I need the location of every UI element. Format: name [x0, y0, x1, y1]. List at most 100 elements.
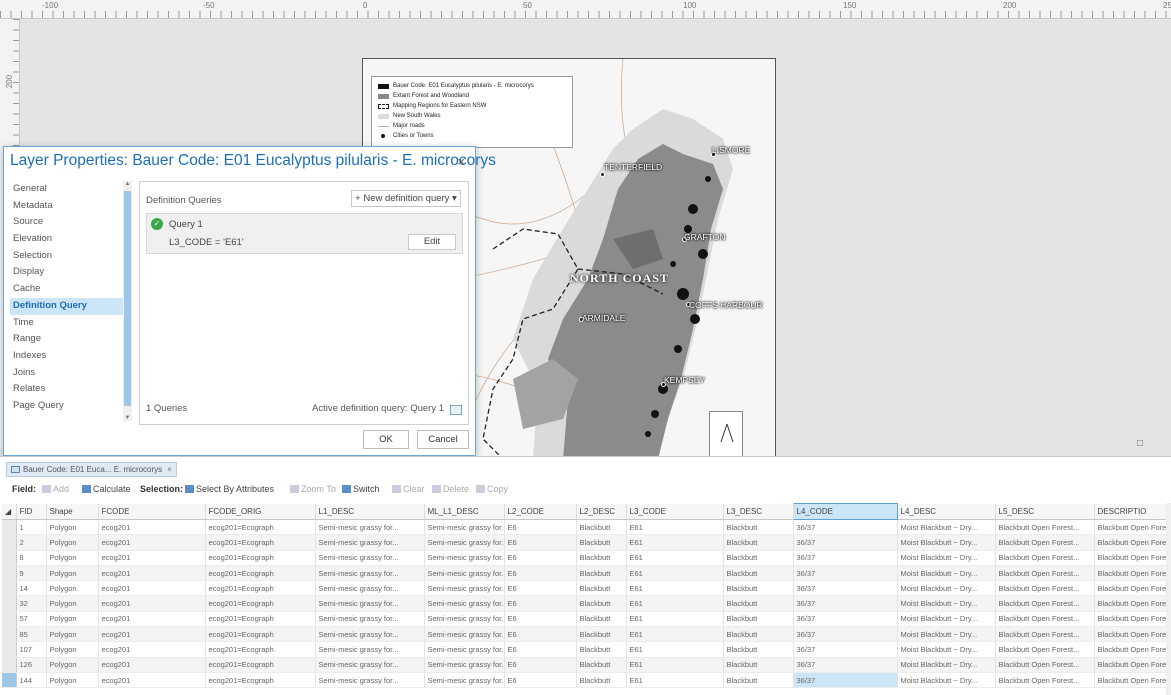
table-cell[interactable]: Blackbutt Open Forest...: [995, 626, 1095, 643]
row-selector[interactable]: [2, 611, 17, 628]
table-cell[interactable]: Semi-mesic grassy for...: [424, 550, 505, 566]
table-cell[interactable]: 36/37: [793, 641, 898, 658]
column-header[interactable]: L5_DESC: [995, 503, 1095, 520]
table-cell[interactable]: E61: [626, 657, 724, 673]
table-cell[interactable]: Blackbutt: [723, 534, 794, 551]
table-cell[interactable]: E61: [626, 534, 724, 551]
table-cell[interactable]: Moist Blackbutt ~ Dry...: [897, 611, 996, 628]
scroll-thumb[interactable]: [124, 191, 131, 406]
column-header[interactable]: Shape: [46, 503, 99, 520]
table-cell[interactable]: Blackbutt Open Forest...: [1094, 626, 1168, 643]
table-cell[interactable]: Blackbutt Open Forest...: [995, 550, 1095, 566]
table-cell[interactable]: Moist Blackbutt ~ Dry...: [897, 672, 996, 689]
table-cell[interactable]: Blackbutt Open Forest...: [995, 657, 1095, 673]
table-cell[interactable]: Semi-mesic grassy for...: [315, 641, 425, 658]
table-cell[interactable]: ecog201=Ecograph: [205, 626, 316, 643]
table-cell[interactable]: ecog201=Ecograph: [205, 672, 316, 689]
table-cell[interactable]: Blackbutt: [723, 550, 794, 566]
nav-item-range[interactable]: Range: [10, 331, 132, 348]
table-cell[interactable]: E61: [626, 565, 724, 582]
table-cell[interactable]: ecog201: [98, 641, 206, 658]
table-cell[interactable]: Semi-mesic grassy for...: [424, 565, 505, 582]
column-header[interactable]: L3_CODE: [626, 503, 724, 520]
table-cell[interactable]: E6: [504, 580, 577, 597]
table-cell[interactable]: E6: [504, 611, 577, 628]
table-cell[interactable]: Blackbutt: [576, 519, 627, 536]
table-cell[interactable]: Polygon: [46, 595, 99, 612]
table-cell[interactable]: Blackbutt Open Forest...: [1094, 595, 1168, 612]
table-cell[interactable]: Blackbutt: [723, 611, 794, 628]
table-cell[interactable]: E6: [504, 565, 577, 582]
table-cell[interactable]: E6: [504, 672, 577, 689]
table-cell[interactable]: ecog201: [98, 672, 206, 689]
table-cell[interactable]: E6: [504, 595, 577, 612]
table-cell[interactable]: 36/37: [793, 611, 898, 628]
attribute-table[interactable]: ◢ FID Shape FCODE FCODE_ORIG L1_DESC ML_…: [0, 503, 1171, 695]
row-selector[interactable]: [2, 519, 17, 536]
nav-item-indexes[interactable]: Indexes: [10, 348, 132, 365]
table-cell[interactable]: Blackbutt Open Forest...: [995, 641, 1095, 658]
table-cell[interactable]: 36/37: [793, 534, 898, 551]
table-cell[interactable]: ecog201=Ecograph: [205, 519, 316, 536]
table-cell[interactable]: ecog201=Ecograph: [205, 565, 316, 582]
table-cell[interactable]: Blackbutt: [723, 672, 794, 689]
column-header[interactable]: DESCRIPTIO: [1094, 503, 1168, 520]
nav-item-relates[interactable]: Relates: [10, 381, 132, 398]
row-selector[interactable]: [2, 595, 17, 612]
table-cell[interactable]: Blackbutt Open Forest...: [1094, 534, 1168, 551]
column-header[interactable]: L3_DESC: [723, 503, 794, 520]
table-cell[interactable]: ecog201: [98, 550, 206, 566]
table-cell[interactable]: Polygon: [46, 565, 99, 582]
row-selector[interactable]: [2, 672, 17, 689]
table-cell[interactable]: Semi-mesic grassy for...: [315, 565, 425, 582]
table-cell[interactable]: 85: [16, 626, 47, 643]
close-icon[interactable]: ×: [457, 154, 465, 169]
table-cell[interactable]: Semi-mesic grassy for...: [424, 580, 505, 597]
table-cell[interactable]: E61: [626, 580, 724, 597]
row-selector[interactable]: [2, 580, 17, 597]
table-cell[interactable]: Blackbutt: [723, 565, 794, 582]
table-cell[interactable]: Blackbutt: [723, 519, 794, 536]
table-cell[interactable]: 36/37: [793, 626, 898, 643]
table-row[interactable]: 8 Polygon ecog201 ecog201=Ecograph Semi-mesi…: [2, 550, 1168, 566]
table-cell[interactable]: Moist Blackbutt ~ Dry...: [897, 641, 996, 658]
table-row[interactable]: 126 Polygon ecog201 ecog201=Ecograph Semi-me…: [2, 657, 1168, 673]
table-cell[interactable]: Semi-mesic grassy for...: [424, 672, 505, 689]
table-cell[interactable]: Semi-mesic grassy for...: [315, 595, 425, 612]
table-cell[interactable]: Moist Blackbutt ~ Dry...: [897, 580, 996, 597]
table-cell[interactable]: Semi-mesic grassy for...: [315, 657, 425, 673]
table-row[interactable]: 9 Polygon ecog201 ecog201=Ecograph Semi-mesi…: [2, 565, 1168, 582]
table-cell[interactable]: Moist Blackbutt ~ Dry...: [897, 519, 996, 536]
table-cell[interactable]: Moist Blackbutt ~ Dry...: [897, 657, 996, 673]
table-cell[interactable]: Polygon: [46, 550, 99, 566]
copy-selection-button[interactable]: Copy: [476, 484, 508, 494]
table-cell[interactable]: 8: [16, 550, 47, 566]
table-cell[interactable]: 1: [16, 519, 47, 536]
table-scrollbar[interactable]: [1166, 503, 1171, 695]
table-cell[interactable]: Semi-mesic grassy for...: [315, 611, 425, 628]
table-cell[interactable]: E61: [626, 611, 724, 628]
nav-item-display[interactable]: Display: [10, 264, 132, 281]
column-header-selected[interactable]: L4_CODE: [792, 503, 898, 520]
table-cell[interactable]: Blackbutt Open Forest...: [1094, 641, 1168, 658]
column-header[interactable]: L4_DESC: [897, 503, 996, 520]
table-cell[interactable]: E6: [504, 534, 577, 551]
table-row[interactable]: 107 Polygon ecog201 ecog201=Ecograph Semi-me…: [2, 641, 1168, 658]
table-cell[interactable]: Blackbutt Open Forest...: [1094, 519, 1168, 536]
table-cell[interactable]: Moist Blackbutt ~ Dry...: [897, 595, 996, 612]
table-cell[interactable]: Semi-mesic grassy for...: [315, 580, 425, 597]
table-cell[interactable]: Polygon: [46, 580, 99, 597]
table-row[interactable]: 2 Polygon ecog201 ecog201=Ecograph Semi-mesi…: [2, 534, 1168, 551]
attribute-grid[interactable]: ◢ FID Shape FCODE FCODE_ORIG L1_DESC ML_…: [2, 503, 1168, 689]
table-cell[interactable]: Polygon: [46, 672, 99, 689]
table-cell[interactable]: Blackbutt Open Forest...: [1094, 580, 1168, 597]
column-header[interactable]: FCODE_ORIG: [205, 503, 316, 520]
column-header[interactable]: L1_DESC: [315, 503, 425, 520]
delete-selection-button[interactable]: Delete: [432, 484, 469, 494]
table-cell[interactable]: Semi-mesic grassy for...: [424, 626, 505, 643]
table-cell[interactable]: Blackbutt Open Forest...: [995, 611, 1095, 628]
nav-item-time[interactable]: Time: [10, 315, 132, 332]
table-cell[interactable]: ecog201: [98, 534, 206, 551]
row-selector[interactable]: [2, 565, 17, 582]
table-cell[interactable]: Blackbutt: [576, 565, 627, 582]
